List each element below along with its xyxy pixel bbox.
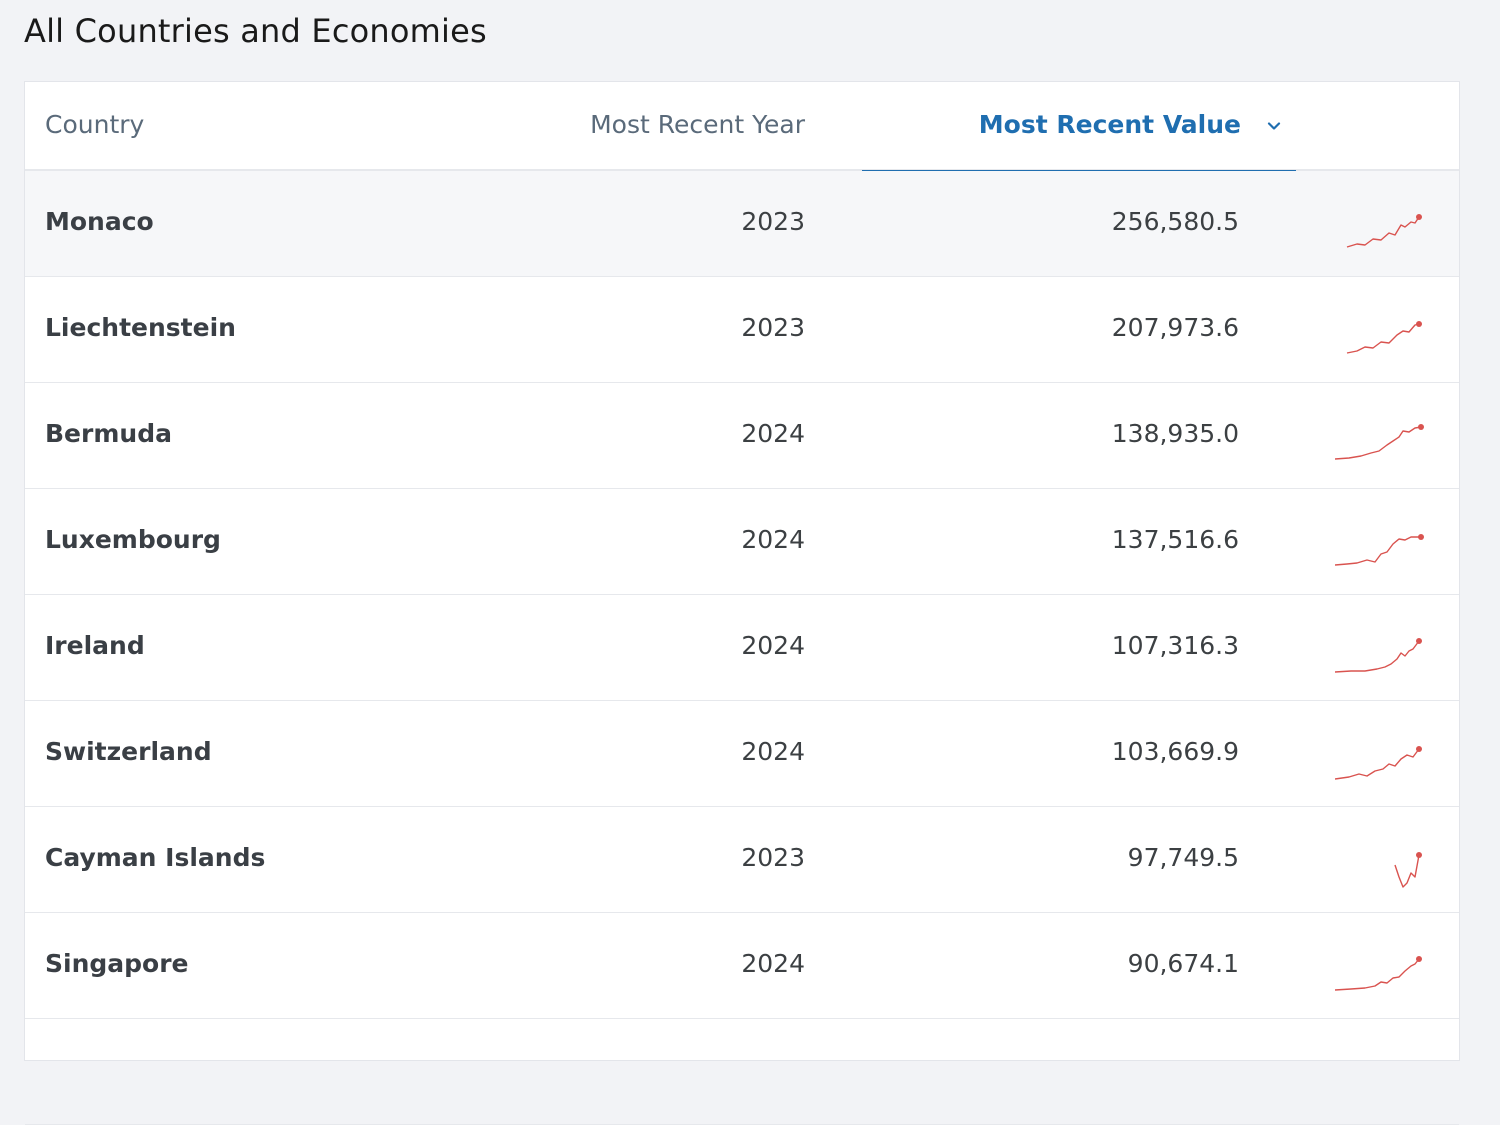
- cell-country[interactable]: Liechtenstein: [45, 313, 236, 342]
- cell-value: 207,973.6: [1111, 313, 1239, 342]
- cell-value: 107,316.3: [1111, 631, 1239, 660]
- countries-table: Country Most Recent Year Most Recent Val…: [24, 81, 1460, 1125]
- header-most-recent-year[interactable]: Most Recent Year: [590, 110, 805, 139]
- table-row[interactable]: Ireland 2024 107,316.3: [25, 595, 1459, 701]
- header-most-recent-value-sort-button[interactable]: Most Recent Value: [862, 82, 1296, 174]
- cell-value: 97,749.5: [1127, 843, 1239, 872]
- sparkline-trend-icon: [1394, 852, 1422, 888]
- cell-country[interactable]: Singapore: [45, 949, 189, 978]
- table-row[interactable]: Cayman Islands 2023 97,749.5: [25, 807, 1459, 913]
- table-row[interactable]: Liechtenstein 2023 207,973.6: [25, 277, 1459, 383]
- header-country[interactable]: Country: [45, 110, 144, 139]
- sparkline-trend-icon: [1335, 638, 1422, 673]
- chevron-down-icon: [1267, 122, 1281, 130]
- cell-country[interactable]: Switzerland: [45, 737, 212, 766]
- cell-value: 138,935.0: [1111, 419, 1239, 448]
- cell-country[interactable]: Bermuda: [45, 419, 172, 448]
- table-header-row: Country Most Recent Year Most Recent Val…: [25, 82, 1459, 174]
- cell-country[interactable]: Luxembourg: [45, 525, 221, 554]
- table-row[interactable]: [25, 1019, 1459, 1125]
- cell-country[interactable]: Ireland: [45, 631, 145, 660]
- cell-year: 2024: [741, 631, 805, 660]
- sparkline-trend-icon: [1335, 424, 1424, 460]
- cell-value: 103,669.9: [1111, 737, 1239, 766]
- table-row[interactable]: Monaco 2023 256,580.5: [25, 171, 1459, 277]
- sparkline-trend-icon: [1335, 534, 1424, 566]
- table-row[interactable]: Luxembourg 2024 137,516.6: [25, 489, 1459, 595]
- cell-year: 2024: [741, 949, 805, 978]
- cell-country[interactable]: Monaco: [45, 207, 154, 236]
- cell-value: 137,516.6: [1111, 525, 1239, 554]
- table-row[interactable]: Singapore 2024 90,674.1: [25, 913, 1459, 1019]
- cell-country[interactable]: Cayman Islands: [45, 843, 265, 872]
- table-row[interactable]: Switzerland 2024 103,669.9: [25, 701, 1459, 807]
- sparkline-trend-icon: [1346, 321, 1422, 354]
- cell-value: 90,674.1: [1127, 949, 1239, 978]
- sparkline-trend-icon: [1335, 956, 1422, 991]
- sparkline-trend-icon: [1346, 214, 1422, 248]
- cell-year: 2024: [741, 419, 805, 448]
- cell-year: 2023: [741, 313, 805, 342]
- table-row[interactable]: Bermuda 2024 138,935.0: [25, 383, 1459, 489]
- cell-year: 2024: [741, 525, 805, 554]
- page-title: All Countries and Economies: [24, 12, 487, 50]
- header-most-recent-value: Most Recent Value: [978, 110, 1241, 139]
- cell-value: 256,580.5: [1111, 207, 1239, 236]
- cell-year: 2024: [741, 737, 805, 766]
- sparkline-trend-icon: [1335, 746, 1422, 780]
- cell-year: 2023: [741, 207, 805, 236]
- cell-year: 2023: [741, 843, 805, 872]
